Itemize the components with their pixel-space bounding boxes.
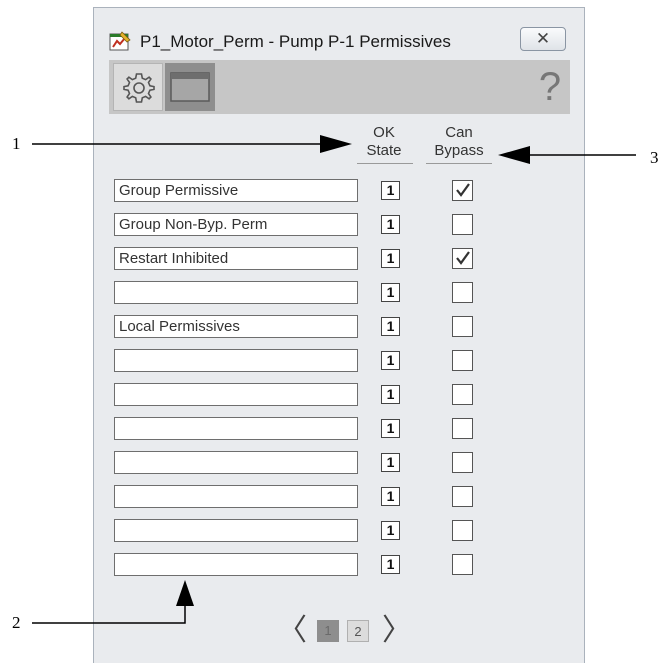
callout-2-arrow [32, 580, 194, 624]
callout-arrows [32, 135, 636, 624]
callout-1-arrow [32, 135, 352, 153]
callout-3-arrow [498, 146, 636, 164]
